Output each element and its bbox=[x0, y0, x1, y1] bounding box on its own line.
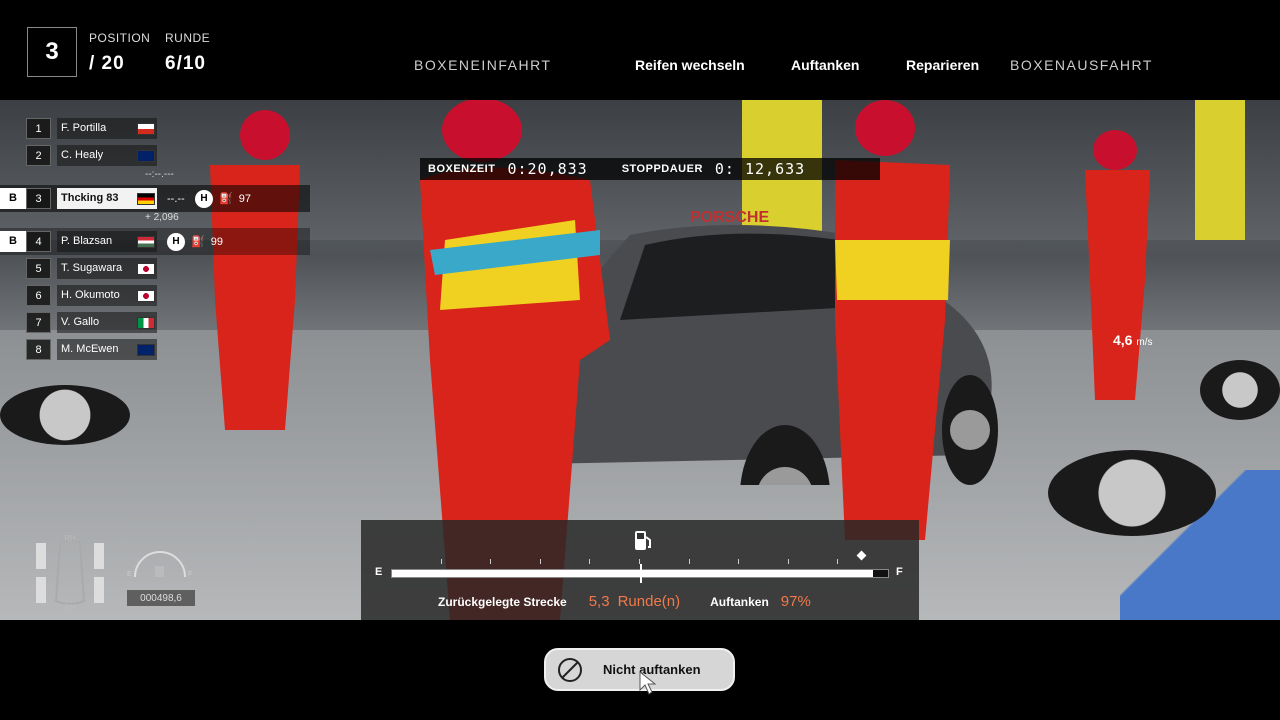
spare-tire bbox=[1048, 450, 1216, 536]
leaderboard-row: B 4 P. Blazsan H ⛽ 99 bbox=[0, 228, 310, 255]
phase-refuel: Auftanken bbox=[791, 57, 860, 73]
fuel-target-marker[interactable] bbox=[856, 550, 867, 561]
rank: 3 bbox=[26, 188, 51, 209]
refuel-panel: E F Zurückgelegte Strecke 5,3 Runde(n) A… bbox=[361, 520, 919, 620]
position-box: 3 bbox=[27, 27, 77, 77]
box-time-label: BOXENZEIT bbox=[428, 163, 496, 175]
phase-tire-change: Reifen wechseln bbox=[635, 57, 745, 73]
stop-duration-value: 0: 12,633 bbox=[714, 160, 806, 178]
odometer: 000498,6 bbox=[127, 590, 195, 606]
fuel-level-fill bbox=[392, 570, 874, 577]
flag-germany-icon bbox=[137, 192, 155, 205]
phase-pit-entry: BOXENEINFAHRT bbox=[414, 57, 552, 73]
fuel-tick bbox=[738, 559, 740, 564]
position-label: POSITION bbox=[89, 31, 151, 45]
rank: 7 bbox=[26, 312, 51, 333]
fuel-tick bbox=[539, 559, 541, 564]
flag-hungary-icon bbox=[137, 235, 155, 248]
stop-duration-label: STOPPDAUER bbox=[621, 163, 703, 175]
fuel-tick bbox=[688, 559, 690, 564]
tyre-compound-icon: H bbox=[167, 232, 185, 251]
lap-time: --.-- bbox=[167, 192, 185, 205]
pit-badge: B bbox=[0, 188, 26, 209]
spare-tire bbox=[0, 385, 130, 445]
lap-label: RUNDE bbox=[165, 31, 211, 45]
fuel-level-bar bbox=[391, 564, 889, 583]
fuel-icon: ⛽ bbox=[219, 193, 233, 205]
box-time-value: 0:20,833 bbox=[507, 160, 588, 178]
gauge-full-label: F bbox=[188, 571, 192, 578]
fuel-tick bbox=[490, 559, 492, 564]
fuel-percent: 99 bbox=[210, 235, 223, 248]
flag-australia-icon bbox=[137, 149, 155, 162]
leaderboard-row: 6 H. Okumoto bbox=[0, 282, 310, 309]
phase-repair: Reparieren bbox=[906, 57, 980, 73]
fuel-tick bbox=[837, 559, 839, 564]
lap-value: 6/10 bbox=[165, 53, 206, 74]
gap-above: --:--.--- bbox=[145, 169, 174, 180]
distance-unit: Runde(n) bbox=[617, 593, 681, 610]
fuel-tick bbox=[589, 559, 591, 564]
rank: 2 bbox=[26, 145, 51, 166]
refuel-value: 97% bbox=[780, 593, 811, 610]
leaderboard-row: 8 M. McEwen bbox=[0, 336, 310, 363]
gap-below: + 2,096 bbox=[145, 212, 179, 223]
fuel-icon: ⛽ bbox=[191, 236, 205, 248]
fuel-empty-label: E bbox=[375, 566, 383, 578]
fuel-current-marker bbox=[640, 564, 642, 583]
top-hud: 3 POSITION / 20 RUNDE 6/10 BOXENEINFAHRT… bbox=[0, 0, 1280, 100]
leaderboard-row: 1 F. Portilla bbox=[0, 115, 310, 142]
flag-chile-icon bbox=[137, 122, 155, 135]
distance-label: Zurückgelegte Strecke bbox=[438, 595, 567, 609]
pit-badge: B bbox=[0, 231, 26, 252]
tyre-compound-icon: H bbox=[195, 189, 213, 208]
rear-ride-height-label: RH bbox=[64, 603, 76, 610]
rank: 1 bbox=[26, 118, 51, 139]
speed-value: 4,6 bbox=[1113, 332, 1133, 348]
cursor-icon bbox=[639, 670, 657, 695]
refuel-label: Auftanken bbox=[710, 595, 769, 609]
speed-readout: 4,6 m/s bbox=[1113, 332, 1152, 348]
fuel-info: Zurückgelegte Strecke 5,3 Runde(n) Aufta… bbox=[438, 593, 811, 610]
gauge-empty-label: E bbox=[127, 571, 132, 578]
front-ride-height-label: RH bbox=[64, 535, 76, 543]
fuel-full-label: F bbox=[896, 566, 903, 578]
prohibit-icon bbox=[558, 657, 582, 682]
leaderboard-row-player: B 3 Thcking 83 --.-- H ⛽ 97 bbox=[0, 185, 310, 212]
flag-italy-icon bbox=[137, 316, 155, 329]
mechanic-far-right bbox=[1085, 130, 1150, 400]
car-damage-icon: RH RH bbox=[36, 535, 104, 610]
fuel-tick bbox=[440, 559, 442, 564]
rank: 8 bbox=[26, 339, 51, 360]
svg-text:PORSCHE: PORSCHE bbox=[690, 209, 769, 226]
pit-timer: BOXENZEIT 0:20,833 STOPPDAUER 0: 12,633 bbox=[420, 158, 880, 180]
flag-japan-icon bbox=[137, 289, 155, 302]
leaderboard-row: 5 T. Sugawara bbox=[0, 255, 310, 282]
flag-japan-icon bbox=[137, 262, 155, 275]
leaderboard: 1 F. Portilla 2 C. Healy --:--.--- B 3 T… bbox=[0, 115, 310, 363]
leaderboard-row: 2 C. Healy bbox=[0, 142, 310, 169]
distance-value: 5,3 bbox=[588, 593, 610, 610]
flag-australia-icon bbox=[137, 343, 155, 356]
rank: 6 bbox=[26, 285, 51, 306]
position-total: / 20 bbox=[89, 53, 125, 74]
phase-pit-exit: BOXENAUSFAHRT bbox=[1010, 57, 1153, 73]
fuel-tick bbox=[787, 559, 789, 564]
spare-tire bbox=[1200, 360, 1280, 420]
rank: 4 bbox=[26, 231, 51, 252]
fuel-pump-icon bbox=[635, 531, 651, 550]
garage-pillar bbox=[1195, 100, 1245, 240]
fuel-percent: 97 bbox=[238, 192, 251, 205]
speed-unit: m/s bbox=[1136, 337, 1153, 348]
leaderboard-row: 7 V. Gallo bbox=[0, 309, 310, 336]
rank: 5 bbox=[26, 258, 51, 279]
